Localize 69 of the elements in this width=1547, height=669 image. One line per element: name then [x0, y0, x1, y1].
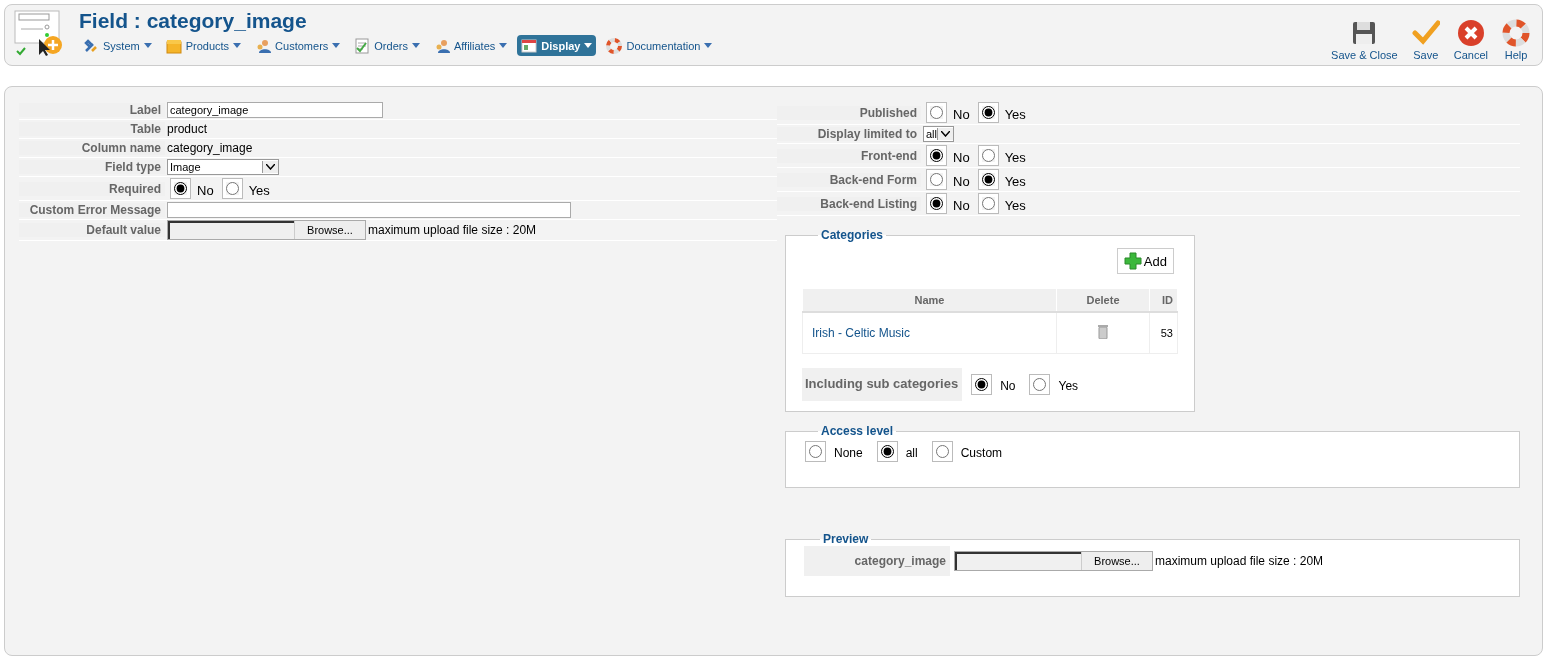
radio-label[interactable]: Yes: [1004, 106, 1026, 122]
field-label: category_image: [804, 546, 950, 576]
caret-icon: [233, 43, 242, 48]
toolbar-button[interactable]: Help: [1498, 19, 1534, 61]
radio-label[interactable]: No: [197, 182, 214, 198]
upload-note: maximum upload file size : 20M: [1155, 554, 1324, 568]
menu-item[interactable]: System: [79, 35, 156, 56]
plus-icon: [1123, 252, 1142, 270]
add-button[interactable]: Add: [1116, 248, 1174, 274]
toolbar-button[interactable]: Save: [1407, 19, 1444, 61]
box-icon: [165, 37, 182, 54]
column-header: ID: [1149, 288, 1178, 312]
radio-label[interactable]: Custom: [960, 446, 1003, 460]
table-cell: 53: [1149, 312, 1178, 354]
caret-icon: [499, 43, 508, 48]
field-label: Including sub categories: [802, 368, 963, 401]
menu-item[interactable]: Products: [161, 35, 246, 56]
menu-item[interactable]: Affiliates: [429, 35, 512, 56]
radio-label[interactable]: No: [1000, 379, 1016, 393]
page-title: Field : category_image: [79, 9, 308, 33]
panel-legend: Categories: [818, 228, 887, 242]
people-icon: [255, 37, 272, 54]
toolbar-button[interactable]: Cancel: [1449, 19, 1492, 61]
form-field-icon: [13, 9, 65, 57]
dropdown[interactable]: Image: [167, 159, 279, 175]
caret-icon: [411, 43, 420, 48]
menu-item[interactable]: Customers: [251, 35, 345, 56]
category-link[interactable]: Irish - Celtic Music: [804, 326, 910, 340]
menu-item[interactable]: Documentation: [602, 35, 717, 56]
radio-label[interactable]: Yes: [248, 182, 270, 198]
radio-label[interactable]: all: [905, 446, 918, 460]
caret-icon: [143, 43, 152, 48]
panel-legend: Access level: [818, 424, 897, 438]
caret-icon: [584, 43, 593, 48]
radio-label[interactable]: No: [953, 197, 970, 213]
radio-label[interactable]: Yes: [1004, 149, 1026, 165]
text-field[interactable]: [167, 202, 571, 218]
dropdown[interactable]: all: [923, 126, 954, 142]
trash-icon: [1098, 324, 1108, 339]
chevron-icon: [941, 131, 950, 137]
field-value: product: [167, 122, 208, 136]
text-field[interactable]: category_image: [167, 102, 383, 118]
menu-item[interactable]: Display: [517, 35, 597, 56]
radio-label[interactable]: No: [953, 106, 970, 122]
menu-item[interactable]: Orders: [350, 35, 424, 56]
panel-legend: Preview: [820, 532, 872, 546]
lifebuoy-icon: [606, 37, 623, 54]
field-value: category_image: [167, 141, 253, 155]
radio-label[interactable]: Yes: [1058, 379, 1079, 393]
radio-label[interactable]: Yes: [1004, 197, 1026, 213]
file-field[interactable]: Browse...: [167, 220, 366, 240]
chevron-icon: [266, 164, 275, 170]
column-header: Name: [802, 288, 1057, 312]
radio-label[interactable]: Yes: [1004, 173, 1026, 189]
file-field[interactable]: Browse...: [954, 551, 1153, 571]
caret-icon: [332, 43, 341, 48]
radio-label[interactable]: No: [953, 173, 970, 189]
delete-button[interactable]: [1098, 324, 1108, 342]
caret-icon: [704, 43, 713, 48]
column-header: Delete: [1056, 288, 1150, 312]
radio-label[interactable]: None: [834, 446, 863, 460]
toolbar-button[interactable]: Save & Close: [1327, 19, 1402, 61]
upload-note: maximum upload file size : 20M: [368, 223, 537, 237]
cancel-icon: [1456, 19, 1485, 47]
radio-label[interactable]: No: [953, 149, 970, 165]
help-icon: [1502, 19, 1530, 47]
document-icon: [354, 37, 371, 54]
window-icon: [521, 37, 538, 54]
checkmark-icon: [1411, 19, 1440, 47]
